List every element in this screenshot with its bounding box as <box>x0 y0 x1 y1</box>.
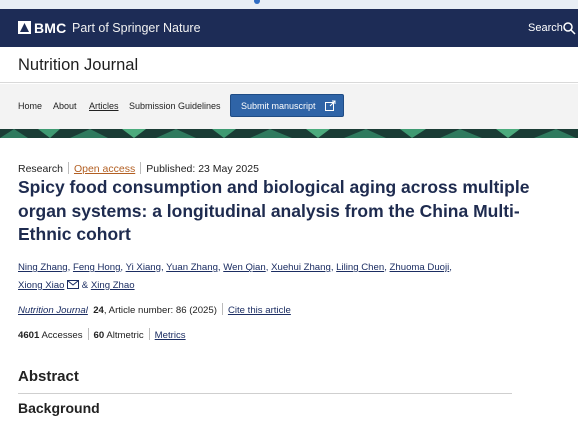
metrics-divider <box>87 328 89 340</box>
author-list: Ning Zhang, Feng Hong, Yi Xiang, Yuan Zh… <box>18 262 452 291</box>
cite-this-article-link[interactable]: Cite this article <box>228 305 291 316</box>
altmetric-score: 60 <box>93 330 105 341</box>
published-date: Published: 23 May 2025 <box>146 163 259 175</box>
background-heading: Background <box>18 400 100 416</box>
accesses-label: Accesses <box>41 330 83 341</box>
decorative-pattern-band <box>0 129 578 138</box>
nav-about[interactable]: About <box>53 101 77 111</box>
external-link-icon <box>325 100 336 111</box>
section-divider <box>18 393 512 394</box>
search-button[interactable]: Search <box>528 22 563 34</box>
article-meta: Research Open access Published: 23 May 202… <box>18 162 259 175</box>
citation-volume: 24 <box>93 305 104 316</box>
submit-manuscript-label: Submit manuscript <box>241 101 316 111</box>
open-access-link[interactable]: Open access <box>74 163 135 175</box>
article-metrics: 4601 Accesses 60 Altmetric Metrics <box>18 328 186 341</box>
citation-journal-link[interactable]: Nutrition Journal <box>18 305 88 316</box>
journal-title[interactable]: Nutrition Journal <box>18 56 138 75</box>
author-link[interactable]: Zhuoma Duoji <box>390 262 450 273</box>
author-link[interactable]: Ning Zhang <box>18 262 68 273</box>
journal-header: Nutrition Journal <box>0 47 578 83</box>
author-link[interactable]: Liling Chen <box>336 262 384 273</box>
author-link[interactable]: Wen Qian <box>223 262 265 273</box>
bmc-logo-icon[interactable] <box>18 21 31 34</box>
altmetric-label: Altmetric <box>106 330 144 341</box>
tab-dot-icon <box>254 0 260 4</box>
journal-nav: Home About Articles Submission Guideline… <box>0 84 578 129</box>
email-icon[interactable] <box>67 280 80 289</box>
author-link[interactable]: Yuan Zhang <box>166 262 218 273</box>
article-type: Research <box>18 163 63 175</box>
browser-top-strip <box>0 0 578 9</box>
author-link[interactable]: Xuehui Zhang <box>271 262 331 273</box>
article-title: Spicy food consumption and biological ag… <box>18 177 530 244</box>
author-link[interactable]: Yi Xiang <box>126 262 161 273</box>
accesses-count: 4601 <box>18 330 40 341</box>
brand-tagline: Part of Springer Nature <box>72 21 201 35</box>
nav-articles[interactable]: Articles <box>89 101 119 111</box>
citation-details: , Article number: 86 (2025) <box>103 305 217 316</box>
abstract-heading: Abstract <box>18 368 79 385</box>
nav-home[interactable]: Home <box>18 101 42 111</box>
metrics-link[interactable]: Metrics <box>155 330 186 341</box>
meta-divider <box>140 162 142 174</box>
nav-submission-guidelines[interactable]: Submission Guidelines <box>129 101 221 111</box>
author-link[interactable]: Xing Zhao <box>91 280 135 291</box>
brand-name[interactable]: BMC <box>34 20 66 36</box>
search-icon[interactable] <box>562 21 576 35</box>
author-and: & <box>81 280 89 291</box>
author-link[interactable]: Feng Hong <box>73 262 120 273</box>
submit-manuscript-button[interactable]: Submit manuscript <box>230 94 344 117</box>
citation-line: Nutrition Journal 24, Article number: 86… <box>18 303 291 316</box>
metrics-divider <box>148 328 150 340</box>
publisher-header: BMC Part of Springer Nature Search <box>0 9 578 47</box>
citation-divider <box>221 303 223 315</box>
meta-divider <box>67 162 69 174</box>
author-link[interactable]: Xiong Xiao <box>18 280 64 291</box>
